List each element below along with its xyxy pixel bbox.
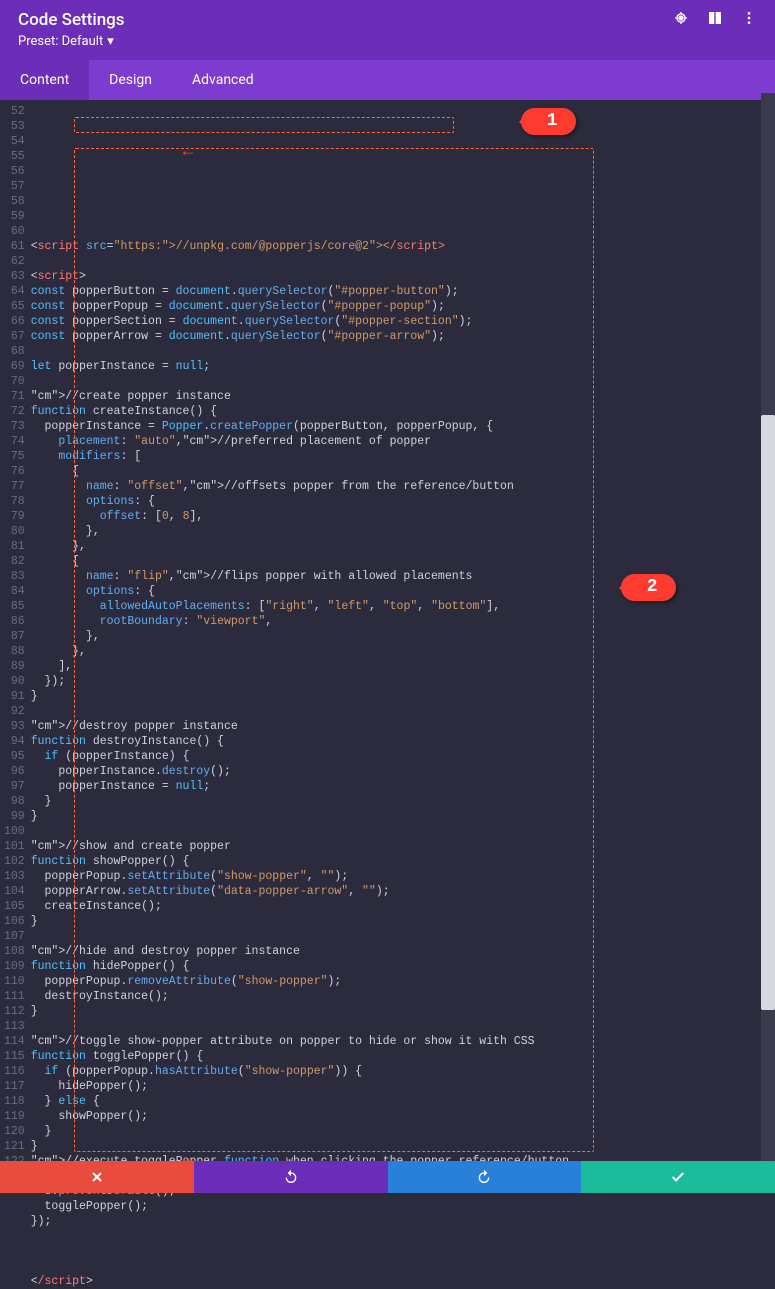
code-editor[interactable]: 5253545556575859606162636465666768697071… xyxy=(0,100,775,1170)
target-icon[interactable] xyxy=(673,10,689,30)
chevron-down-icon: ▾ xyxy=(107,34,114,49)
scrollbar-thumb[interactable] xyxy=(761,415,775,1010)
redo-icon xyxy=(476,1169,492,1185)
arrow-indicator-1: ← xyxy=(183,145,194,160)
undo-icon xyxy=(283,1169,299,1185)
preset-dropdown[interactable]: Preset: Default ▾ xyxy=(18,34,757,49)
header-icons xyxy=(673,10,757,30)
tabs: Content Design Advanced xyxy=(0,60,775,100)
close-button[interactable] xyxy=(0,1161,194,1193)
redo-button[interactable] xyxy=(388,1161,582,1193)
callout-1: 1 xyxy=(521,108,576,135)
close-icon xyxy=(89,1169,105,1185)
undo-button[interactable] xyxy=(194,1161,388,1193)
tab-advanced[interactable]: Advanced xyxy=(172,60,274,100)
panel-header: Code Settings Preset: Default ▾ xyxy=(0,0,775,60)
callout-2: 2 xyxy=(621,574,676,601)
line-gutter: 5253545556575859606162636465666768697071… xyxy=(0,100,31,1170)
code-content[interactable]: ← ← 1 2 <script src="https:">//unpkg.com… xyxy=(31,100,775,1170)
callout-bubble-1: 1 xyxy=(521,108,576,135)
footer-actions xyxy=(0,1161,775,1193)
check-icon xyxy=(670,1169,686,1185)
highlight-box-1 xyxy=(74,117,454,133)
preset-label: Preset: Default xyxy=(18,34,103,49)
panel-title: Code Settings xyxy=(18,10,125,30)
save-button[interactable] xyxy=(581,1161,775,1193)
tab-content[interactable]: Content xyxy=(0,60,89,100)
tab-design[interactable]: Design xyxy=(89,60,172,100)
columns-icon[interactable] xyxy=(707,10,723,30)
more-vert-icon[interactable] xyxy=(741,10,757,30)
callout-bubble-2: 2 xyxy=(621,574,676,601)
